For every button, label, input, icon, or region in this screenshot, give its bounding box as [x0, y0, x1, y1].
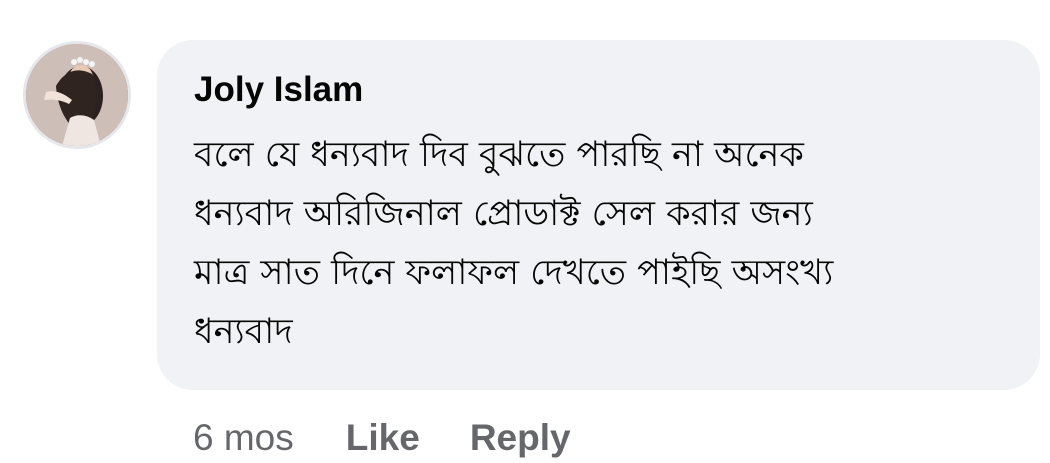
comment-text-line: মাত্র সাত দিনে ফলাফল দেখতে পাইছি অসংখ্য [194, 253, 834, 293]
like-button[interactable]: Like [346, 414, 420, 462]
comment-text: বলে যে ধন্যবাদ দিব বুঝতে পারছি না অনেক ধ… [194, 126, 1014, 362]
reply-button[interactable]: Reply [470, 414, 571, 462]
comment-author-name[interactable]: Joly Islam [194, 68, 363, 112]
avatar[interactable] [23, 41, 131, 149]
comment-timestamp[interactable]: 6 mos [193, 414, 294, 462]
comment-text-line: বলে যে ধন্যবাদ দিব বুঝতে পারছি না অনেক [194, 135, 804, 175]
previous-comment-actions-cutoff [560, 0, 640, 6]
comment-text-line: ধন্যবাদ [194, 312, 293, 352]
comment-text-line: ধন্যবাদ অরিজিনাল প্রোডাক্ট সেল করার জন্য [194, 194, 813, 234]
comment-actions: 6 mos Like Reply [193, 414, 621, 462]
avatar-photo-icon [26, 44, 128, 146]
comment-thread: Joly Islam বলে যে ধন্যবাদ দিব বুঝতে পারছ… [0, 0, 1050, 463]
